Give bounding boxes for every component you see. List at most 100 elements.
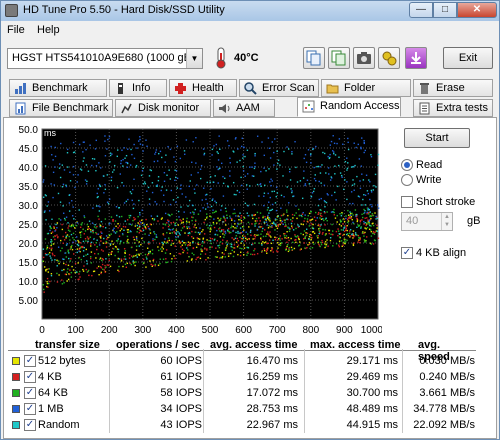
scatter-point	[372, 231, 375, 233]
tab-benchmark[interactable]: Benchmark	[9, 79, 107, 97]
scatter-point	[292, 217, 294, 219]
minimize-button[interactable]: —	[409, 2, 433, 18]
tab-random-access[interactable]: Random Access	[297, 97, 401, 117]
tab-folder-usage[interactable]: Folder Usage	[321, 79, 411, 110]
scatter-point	[139, 212, 141, 214]
tab-erase[interactable]: Erase	[413, 79, 493, 97]
scatter-point	[109, 154, 112, 157]
tab-info[interactable]: Info	[109, 79, 167, 97]
copy-screenshot-button[interactable]	[328, 47, 350, 69]
scatter-point	[352, 179, 354, 181]
chevron-down-icon[interactable]: ▼	[186, 49, 202, 68]
scatter-point	[225, 241, 228, 243]
scatter-point	[346, 229, 348, 232]
spinner-arrows-icon[interactable]: ▲ ▼	[441, 213, 452, 230]
scatter-point	[170, 189, 172, 192]
scatter-point	[244, 235, 246, 238]
scatter-point	[268, 239, 271, 241]
scatter-point	[101, 263, 104, 266]
read-radio[interactable]	[401, 159, 413, 171]
scatter-point	[298, 208, 300, 211]
scatter-point	[70, 247, 72, 250]
scatter-point	[225, 247, 227, 249]
scatter-point	[288, 202, 290, 204]
scatter-point	[180, 246, 182, 248]
maximize-button[interactable]: □	[433, 2, 457, 18]
scatter-point	[92, 229, 94, 231]
scatter-point	[158, 152, 160, 155]
write-radio[interactable]	[401, 174, 413, 186]
scatter-point	[86, 236, 89, 238]
scatter-point	[266, 224, 268, 226]
table-cell-max: 29.469 ms	[346, 371, 398, 383]
series-visible-checkbox[interactable]: ✓	[24, 419, 36, 431]
scatter-point	[311, 218, 314, 220]
tab-extra-tests[interactable]: Extra tests	[413, 99, 493, 117]
scatter-point	[273, 164, 275, 166]
scatter-point	[191, 252, 193, 254]
series-visible-checkbox[interactable]: ✓	[24, 371, 36, 383]
scatter-point	[117, 149, 119, 151]
y-tick-label: 30.0	[19, 201, 39, 212]
copy-text-button[interactable]	[303, 47, 325, 69]
temperature-readout: 40°C	[234, 52, 259, 64]
short-stroke-checkbox[interactable]	[401, 196, 413, 208]
scatter-point	[133, 143, 135, 146]
series-visible-checkbox[interactable]: ✓	[24, 355, 36, 367]
thermometer-icon	[216, 47, 226, 69]
scatter-point	[110, 233, 112, 235]
title-bar[interactable]: HD Tune Pro 5.50 - Hard Disk/SSD Utility…	[1, 1, 499, 21]
scatter-point	[363, 235, 365, 237]
scatter-point	[220, 217, 222, 220]
scatter-point	[290, 246, 293, 249]
scatter-point	[328, 232, 330, 235]
tab-aam[interactable]: AAM	[213, 99, 275, 117]
scatter-point	[153, 231, 155, 233]
scatter-point	[363, 208, 365, 211]
scatter-point	[368, 213, 370, 215]
exit-button[interactable]: Exit	[443, 47, 493, 69]
tab-disk-monitor[interactable]: Disk monitor	[115, 99, 211, 117]
start-button[interactable]: Start	[404, 128, 470, 148]
tab-file-benchmark[interactable]: File Benchmark	[9, 99, 113, 117]
scatter-point	[211, 148, 214, 151]
scatter-point	[253, 253, 256, 256]
scatter-point	[248, 226, 250, 228]
scatter-point	[307, 221, 309, 223]
series-visible-checkbox[interactable]: ✓	[24, 387, 36, 399]
short-stroke-input[interactable]: 40 ▲ ▼	[401, 212, 453, 231]
series-visible-checkbox[interactable]: ✓	[24, 403, 36, 415]
scatter-point	[164, 252, 167, 254]
scatter-point	[232, 230, 234, 232]
scatter-point	[207, 257, 209, 259]
scatter-point	[246, 212, 248, 214]
scatter-point	[126, 262, 129, 265]
scatter-point	[164, 238, 166, 240]
align-checkbox[interactable]: ✓	[401, 247, 413, 259]
scatter-point	[338, 164, 340, 167]
scatter-point	[232, 212, 234, 215]
scatter-point	[118, 235, 121, 237]
scatter-point	[250, 229, 252, 232]
menu-file[interactable]: File	[7, 24, 25, 36]
scatter-point	[186, 217, 188, 220]
tab-error-scan[interactable]: Error Scan	[239, 79, 319, 97]
options-button[interactable]	[378, 47, 400, 69]
scatter-point	[91, 157, 94, 160]
scatter-point	[139, 138, 141, 141]
drive-select[interactable]: HGST HTS541010A9E680 (1000 gB) ▼	[7, 48, 203, 69]
menu-help[interactable]: Help	[37, 24, 60, 36]
scatter-point	[187, 244, 189, 247]
close-button[interactable]: ✕	[457, 2, 497, 18]
scatter-point	[181, 193, 183, 195]
scatter-point	[43, 179, 45, 181]
screenshot-button[interactable]	[353, 47, 375, 69]
scatter-point	[174, 179, 176, 181]
y-tick-label: 40.0	[19, 163, 39, 174]
scatter-point	[93, 252, 96, 255]
scatter-point	[140, 221, 142, 224]
save-button[interactable]	[405, 47, 427, 69]
tab-health[interactable]: Health	[169, 79, 237, 97]
scatter-point	[358, 225, 360, 228]
scatter-point	[286, 231, 288, 233]
